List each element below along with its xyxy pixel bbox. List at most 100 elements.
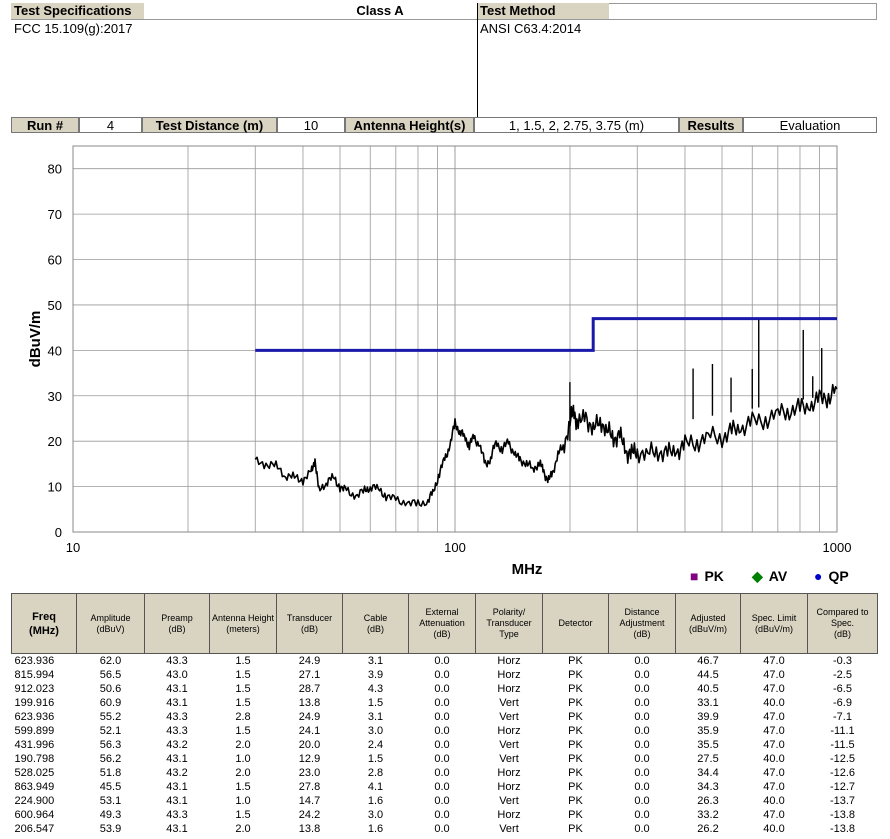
column-header: Adjusted (dBuV/m) bbox=[675, 593, 741, 654]
test-distance-value: 10 bbox=[277, 117, 345, 133]
table-cell: 39.9 bbox=[697, 711, 719, 723]
table-cell: Vert bbox=[499, 753, 519, 765]
table-cell: 0.0 bbox=[634, 669, 650, 681]
emission-spikes bbox=[569, 319, 823, 442]
table-cell: 24.9 bbox=[298, 655, 321, 667]
table-cell: 0.0 bbox=[434, 711, 450, 723]
table-cell: 0.0 bbox=[634, 753, 650, 765]
table-cell: 1.5 bbox=[235, 781, 251, 793]
table-body: 623.936 62.0 43.3 1.5 24.9 3.1 0.0 Horz PK 0.0 46.… bbox=[12, 654, 878, 837]
legend-item-av: ◆ AV bbox=[752, 568, 787, 584]
table-cell: 0.0 bbox=[634, 823, 650, 835]
table-row: 199.916 60.9 43.1 1.5 13.8 1.5 0.0 Vert PK 0.0 33.… bbox=[12, 696, 878, 710]
limit-line bbox=[255, 317, 837, 352]
table-cell: 40.0 bbox=[763, 823, 785, 835]
table-cell: 1.5 bbox=[235, 725, 251, 737]
table-cell: 623.936 bbox=[14, 655, 55, 667]
x-axis-label: MHz bbox=[512, 561, 543, 578]
table-cell: 4.1 bbox=[367, 781, 384, 793]
table-cell: 43.1 bbox=[166, 781, 188, 793]
table-cell: Horz bbox=[497, 725, 521, 737]
legend-item-qp: ● QP bbox=[814, 568, 849, 584]
column-header: Compared to Spec. (dB) bbox=[807, 593, 878, 654]
table-cell: 1.0 bbox=[235, 795, 251, 807]
table-cell: 43.3 bbox=[166, 725, 188, 737]
table-cell: -2.5 bbox=[833, 669, 852, 681]
table-cell: Vert bbox=[499, 823, 519, 835]
table-cell: 4.3 bbox=[367, 683, 384, 695]
column-header: Freq (MHz) bbox=[11, 593, 77, 654]
table-cell: 47.0 bbox=[763, 739, 785, 751]
table-cell: 56.5 bbox=[99, 669, 122, 681]
table-cell: 599.899 bbox=[14, 725, 55, 737]
table-cell: -6.5 bbox=[833, 683, 852, 695]
table-cell: PK bbox=[568, 781, 583, 793]
y-tick-label: 50 bbox=[48, 298, 62, 313]
table-cell: 47.0 bbox=[763, 683, 785, 695]
table-cell: 43.1 bbox=[166, 683, 188, 695]
table-cell: 2.8 bbox=[235, 711, 251, 723]
table-cell: -12.5 bbox=[829, 753, 856, 765]
table-cell: 35.5 bbox=[697, 739, 719, 751]
x-tick-labels: 10 100 1000 bbox=[66, 540, 852, 555]
table-cell: PK bbox=[568, 655, 583, 667]
table-cell: 34.4 bbox=[697, 767, 719, 779]
table-cell: 44.5 bbox=[697, 669, 719, 681]
table-row: 623.936 62.0 43.3 1.5 24.9 3.1 0.0 Horz PK 0.0 46.… bbox=[12, 654, 878, 669]
table-cell: 47.0 bbox=[763, 669, 785, 681]
header-topline bbox=[609, 3, 877, 4]
table-cell: 3.0 bbox=[367, 725, 384, 737]
legend-item-pk: ■ PK bbox=[690, 568, 724, 584]
table-cell: 0.0 bbox=[434, 697, 450, 709]
table-cell: 224.900 bbox=[14, 795, 55, 807]
table-cell: 43.3 bbox=[166, 809, 188, 821]
test-spec-label: Test Specifications bbox=[11, 3, 144, 19]
test-spec-value: FCC 15.109(g):2017 bbox=[14, 21, 133, 36]
table-cell: 1.5 bbox=[367, 697, 384, 709]
table-cell: 24.1 bbox=[298, 725, 321, 737]
table-cell: 2.0 bbox=[235, 767, 251, 779]
table-cell: PK bbox=[568, 809, 583, 821]
run-label: Run # bbox=[11, 117, 79, 133]
table-cell: 47.0 bbox=[763, 767, 785, 779]
results-value: Evaluation bbox=[743, 117, 877, 133]
table-cell: 26.2 bbox=[697, 823, 719, 835]
x-tick-label: 1000 bbox=[823, 540, 852, 555]
table-cell: PK bbox=[568, 683, 583, 695]
table-cell: PK bbox=[568, 697, 583, 709]
table-cell: 0.0 bbox=[434, 669, 450, 681]
table-cell: 1.6 bbox=[367, 795, 384, 807]
y-tick-labels: 0 10 20 30 40 50 60 70 80 bbox=[48, 162, 62, 540]
column-header: Spec. Limit (dBuV/m) bbox=[740, 593, 808, 654]
table-cell: -13.8 bbox=[829, 823, 856, 835]
table-cell: 863.949 bbox=[14, 781, 55, 793]
x-tick-label: 10 bbox=[66, 540, 80, 555]
table-cell: Horz bbox=[497, 655, 521, 667]
table-cell: PK bbox=[568, 767, 583, 779]
table-cell: 3.1 bbox=[367, 655, 384, 667]
column-header: Detector bbox=[542, 593, 609, 654]
table-cell: -13.8 bbox=[829, 809, 856, 821]
table-cell: 27.5 bbox=[697, 753, 719, 765]
table-cell: 0.0 bbox=[434, 655, 450, 667]
table-cell: PK bbox=[568, 739, 583, 751]
table-cell: 23.0 bbox=[298, 767, 321, 779]
table-cell: Vert bbox=[499, 711, 519, 723]
antenna-height-label: Antenna Height(s) bbox=[345, 117, 474, 133]
table-cell: 47.0 bbox=[763, 809, 785, 821]
table-cell: 47.0 bbox=[763, 725, 785, 737]
table-cell: 55.2 bbox=[99, 711, 122, 723]
table-cell: 47.0 bbox=[763, 711, 785, 723]
table-cell: 1.5 bbox=[367, 753, 384, 765]
legend-label: QP bbox=[828, 568, 849, 584]
table-cell: 199.916 bbox=[14, 697, 55, 709]
table-cell: 0.0 bbox=[634, 739, 650, 751]
table-cell: 1.0 bbox=[235, 753, 251, 765]
column-header: Antenna Height (meters) bbox=[209, 593, 277, 654]
test-method-value: ANSI C63.4:2014 bbox=[480, 21, 582, 36]
table-cell: 1.5 bbox=[235, 697, 251, 709]
table-cell: 46.7 bbox=[697, 655, 719, 667]
table-cell: 43.1 bbox=[166, 795, 188, 807]
table-cell: 0.0 bbox=[434, 809, 450, 821]
table-cell: PK bbox=[568, 795, 583, 807]
